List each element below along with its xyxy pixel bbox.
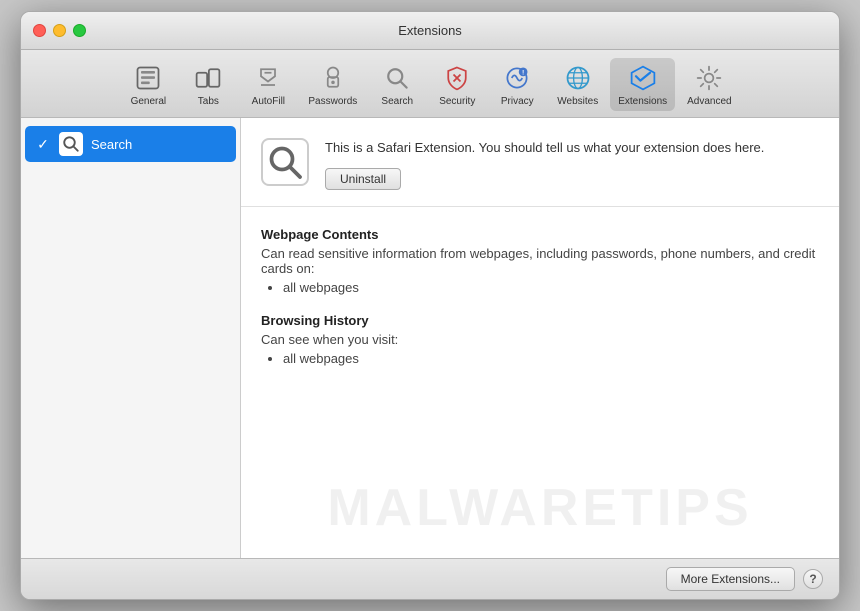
extension-logo (261, 138, 309, 186)
sidebar-extension-name: Search (91, 137, 132, 152)
permission-list-webpage: all webpages (261, 280, 819, 295)
toolbar-item-security[interactable]: Security (429, 58, 485, 111)
permission-block-webpage: Webpage Contents Can read sensitive info… (261, 227, 819, 295)
search-toolbar-icon (381, 62, 413, 94)
websites-icon (562, 62, 594, 94)
permission-desc-webpage: Can read sensitive information from webp… (261, 246, 819, 276)
extension-description: This is a Safari Extension. You should t… (325, 138, 819, 158)
permission-block-history: Browsing History Can see when you visit:… (261, 313, 819, 366)
extension-icon (59, 132, 83, 156)
permission-title-history: Browsing History (261, 313, 819, 328)
advanced-icon (693, 62, 725, 94)
toolbar-item-general[interactable]: General (120, 58, 176, 111)
toolbar-items: General Tabs (120, 58, 739, 111)
safari-preferences-window: Extensions General (20, 11, 840, 600)
sidebar: ✓ Search (21, 118, 241, 558)
toolbar-label-privacy: Privacy (501, 96, 534, 107)
toolbar-item-autofill[interactable]: AutoFill (240, 58, 296, 111)
extension-info: This is a Safari Extension. You should t… (325, 138, 819, 190)
permission-title-webpage: Webpage Contents (261, 227, 819, 242)
toolbar-label-tabs: Tabs (198, 96, 219, 107)
permissions-section: Webpage Contents Can read sensitive info… (241, 207, 839, 404)
detail-panel: MALWARETIPS This is a Safari Extension. … (241, 118, 839, 558)
autofill-icon (252, 62, 284, 94)
toolbar-item-tabs[interactable]: Tabs (180, 58, 236, 111)
toolbar-label-extensions: Extensions (618, 96, 667, 107)
svg-text:!: ! (522, 70, 524, 77)
main-content: ✓ Search MALWARETIPS (21, 118, 839, 558)
sidebar-item-search-ext[interactable]: ✓ Search (25, 126, 236, 162)
toolbar-item-advanced[interactable]: Advanced (679, 58, 739, 111)
toolbar-label-websites: Websites (557, 96, 598, 107)
tabs-icon (192, 62, 224, 94)
permission-list-history: all webpages (261, 351, 819, 366)
list-item: all webpages (283, 351, 819, 366)
uninstall-button[interactable]: Uninstall (325, 168, 401, 190)
help-button[interactable]: ? (803, 569, 823, 589)
passwords-icon (317, 62, 349, 94)
titlebar: Extensions (21, 12, 839, 50)
toolbar-item-passwords[interactable]: Passwords (300, 58, 365, 111)
toolbar-item-search[interactable]: Search (369, 58, 425, 111)
checkbox-checked-icon: ✓ (35, 136, 51, 152)
toolbar-label-autofill: AutoFill (252, 96, 285, 107)
toolbar-item-websites[interactable]: Websites (549, 58, 606, 111)
maximize-button[interactable] (73, 24, 86, 37)
toolbar-label-general: General (131, 96, 167, 107)
toolbar-item-privacy[interactable]: ! Privacy (489, 58, 545, 111)
toolbar-item-extensions[interactable]: Extensions (610, 58, 675, 111)
more-extensions-button[interactable]: More Extensions... (666, 567, 795, 591)
toolbar-label-advanced: Advanced (687, 96, 731, 107)
extensions-icon (627, 62, 659, 94)
privacy-icon: ! (501, 62, 533, 94)
footer: More Extensions... ? (21, 558, 839, 599)
watermark: MALWARETIPS (327, 478, 752, 538)
toolbar-label-search: Search (381, 96, 413, 107)
minimize-button[interactable] (53, 24, 66, 37)
close-button[interactable] (33, 24, 46, 37)
toolbar-label-security: Security (439, 96, 475, 107)
security-icon (441, 62, 473, 94)
extension-header: This is a Safari Extension. You should t… (241, 118, 839, 207)
toolbar: General Tabs (21, 50, 839, 118)
list-item: all webpages (283, 280, 819, 295)
traffic-lights (33, 24, 86, 37)
general-icon (132, 62, 164, 94)
permission-desc-history: Can see when you visit: (261, 332, 819, 347)
window-title: Extensions (398, 23, 462, 38)
toolbar-label-passwords: Passwords (308, 96, 357, 107)
